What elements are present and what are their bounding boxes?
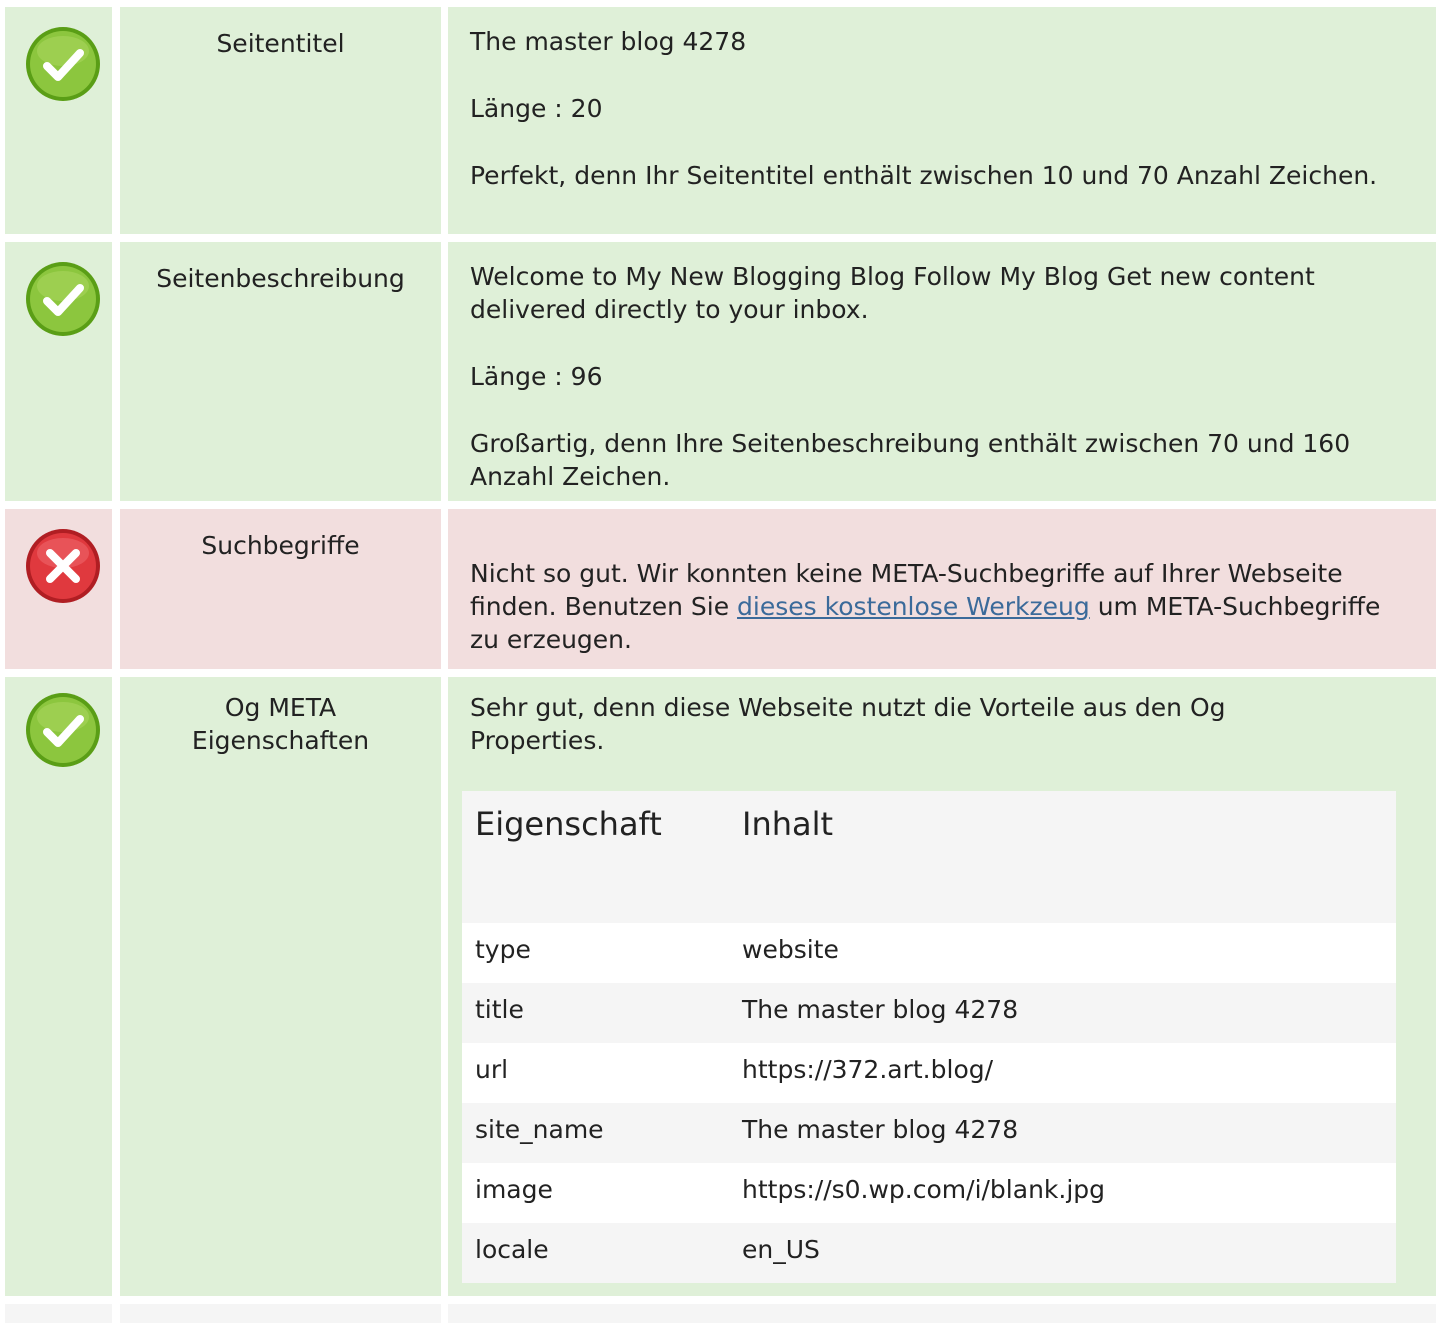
content-cell: The master blog 4278 [742,995,1019,1024]
property-cell: image [475,1175,553,1204]
check-icon [26,693,100,767]
content-cell: website [742,935,839,964]
label-description: Seitenbeschreibung [120,242,441,501]
label-title: Seitentitel [120,7,441,234]
title-message: Perfekt, denn Ihr Seitentitel enthält zw… [470,161,1378,190]
table-row: locale en_US [462,1223,1396,1283]
row-label-line1: Og META [224,693,337,722]
description-length: Länge : 96 [470,362,603,391]
content-title: The master blog 4278 Länge : 20 Perfekt,… [448,7,1436,234]
content-cell: en_US [742,1235,820,1264]
next-row-label-cell [120,1304,441,1323]
header-content: Inhalt [742,805,834,843]
status-cell-description [5,242,112,501]
property-cell: locale [475,1235,549,1264]
keywords-message: Nicht so gut. Wir konnten keine META-Suc… [470,559,1381,654]
table-row: type website [462,923,1396,983]
description-value: Welcome to My New Blogging Blog Follow M… [470,262,1315,324]
content-cell: https://s0.wp.com/i/blank.jpg [742,1175,1106,1204]
content-keywords: Nicht so gut. Wir konnten keine META-Suc… [448,509,1436,669]
title-length: Länge : 20 [470,94,603,123]
cross-icon [26,529,100,603]
description-message: Großartig, denn Ihre Seitenbeschreibung … [470,429,1351,491]
check-icon [26,27,100,101]
content-cell: The master blog 4278 [742,1115,1019,1144]
row-label-line2: Eigenschaften [191,726,370,755]
property-cell: site_name [475,1115,604,1144]
table-row: title The master blog 4278 [462,983,1396,1043]
next-row-status-cell [5,1304,112,1323]
label-og: Og META Eigenschaften [120,677,441,1296]
row-label: Seitenbeschreibung [156,264,405,293]
label-keywords: Suchbegriffe [120,509,441,669]
property-cell: url [475,1055,509,1084]
check-icon [26,262,100,336]
og-message: Sehr gut, denn diese Webseite nutzt die … [470,693,1226,755]
status-cell-keywords [5,509,112,669]
table-header: Eigenschaft Inhalt [462,791,1396,923]
content-cell: https://372.art.blog/ [742,1055,994,1084]
status-cell-og [5,677,112,1296]
content-description: Welcome to My New Blogging Blog Follow M… [448,242,1436,501]
property-cell: type [475,935,531,964]
table-row: site_name The master blog 4278 [462,1103,1396,1163]
table-row: url https://372.art.blog/ [462,1043,1396,1103]
table-row: image https://s0.wp.com/i/blank.jpg [462,1163,1396,1223]
row-label: Seitentitel [216,29,345,58]
row-label: Suchbegriffe [201,531,360,560]
og-properties-table: Eigenschaft Inhalt type website title Th… [462,791,1396,1283]
header-property: Eigenschaft [475,805,662,843]
next-row-content-cell [448,1304,1436,1323]
status-cell-title [5,7,112,234]
title-value: The master blog 4278 [470,27,747,56]
property-cell: title [475,995,524,1024]
free-tool-link[interactable]: dieses kostenlose Werkzeug [737,592,1090,621]
